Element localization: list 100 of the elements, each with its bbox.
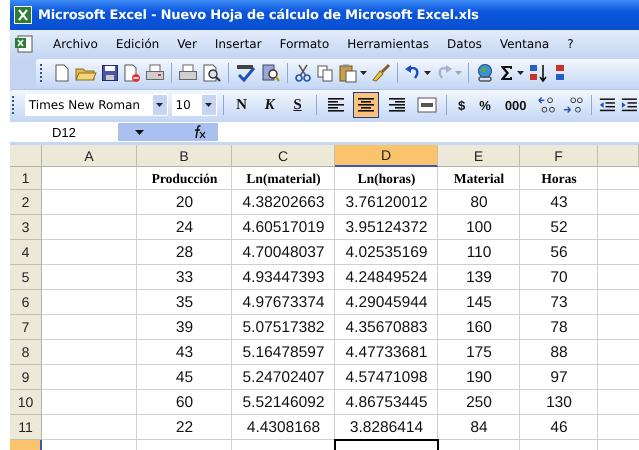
row-header[interactable]: 9 [10, 365, 42, 390]
decrease-decimal-icon[interactable] [562, 95, 585, 115]
paste-icon[interactable] [338, 63, 358, 83]
copy-icon[interactable] [316, 63, 334, 83]
font-size-dropdown[interactable]: 10 [172, 94, 217, 116]
table-cell: 5.16478597 [242, 344, 324, 362]
table-cell: 4.47733681 [346, 344, 428, 362]
number-format-button[interactable]: $ [453, 93, 470, 117]
menu-item[interactable]: Insertar [206, 37, 271, 51]
lines-icon [326, 97, 346, 113]
window-title: Microsoft Excel - Nuevo Hoja de cálculo de Microsoft Excel.xls [38, 8, 479, 22]
menu-item[interactable]: Archivo [44, 37, 107, 51]
font-style-button[interactable]: K [258, 93, 282, 117]
font-dropdown[interactable]: Times New Roman [24, 94, 168, 116]
table-cell: 43 [176, 344, 194, 362]
table-cell: 52 [550, 218, 568, 236]
globe-link-icon[interactable] [475, 63, 495, 83]
column-header[interactable]: A [42, 145, 137, 167]
caret-icon[interactable] [424, 71, 431, 75]
table-cell: 33 [176, 268, 194, 286]
menu-item[interactable]: Herramientas [338, 37, 438, 51]
column-header[interactable]: F [520, 145, 598, 167]
column-header[interactable]: C [232, 145, 335, 167]
row-header[interactable]: 1 [10, 167, 42, 190]
workbook-icon[interactable] [14, 35, 34, 53]
table-cell: 4.4308168 [246, 418, 320, 436]
table-cell: 130 [546, 394, 572, 412]
spreadsheet-icon [14, 6, 32, 24]
scissors-icon[interactable] [294, 63, 312, 83]
column-header[interactable]: D [335, 145, 438, 167]
merge-cells-icon [416, 97, 437, 113]
new-document-icon[interactable] [53, 63, 71, 83]
caret-icon [205, 103, 212, 107]
print-preview-icon[interactable] [202, 63, 222, 83]
table-cell: 84 [470, 418, 488, 436]
printer-icon[interactable] [178, 63, 198, 83]
row-header[interactable]: 4 [10, 240, 42, 265]
table-cell: 4.97673374 [242, 294, 324, 312]
table-cell: Ln(horas) [358, 170, 416, 186]
table-cell: 145 [466, 294, 492, 312]
paintbrush-icon[interactable] [371, 63, 391, 83]
table-cell: 4.35670883 [346, 318, 428, 336]
caret-icon[interactable] [360, 71, 367, 75]
menu-item[interactable]: Datos [438, 37, 491, 51]
table-cell: 28 [176, 244, 194, 262]
spelling-check-icon[interactable] [235, 63, 257, 83]
table-cell: 73 [550, 294, 568, 312]
row-header[interactable]: 7 [10, 315, 42, 340]
table-cell: 80 [470, 194, 488, 212]
font-style-button[interactable]: N [230, 93, 254, 117]
table-cell: 3.8286414 [350, 418, 424, 436]
row-header[interactable]: 10 [10, 390, 42, 415]
table-cell: 56 [550, 244, 568, 262]
menu-item[interactable]: Ventana [490, 37, 558, 51]
book-magnifier-icon[interactable] [261, 63, 281, 83]
table-cell: Horas [541, 170, 577, 186]
row-header[interactable]: 6 [10, 290, 42, 315]
table-cell: 3.95124372 [346, 218, 428, 236]
sort-descending-icon[interactable] [554, 63, 566, 83]
menu-item[interactable]: Ver [168, 37, 206, 51]
row-header[interactable]: 3 [10, 215, 42, 240]
document-icon[interactable] [123, 63, 141, 83]
table-cell: 4.29045944 [346, 294, 428, 312]
table-cell: 4.57471098 [346, 368, 428, 386]
menu-item[interactable]: Formato [270, 37, 338, 51]
menu-item[interactable]: ? [558, 37, 583, 51]
row-header[interactable]: 11 [10, 415, 42, 440]
dropdown-button[interactable] [152, 95, 167, 115]
table-cell: 4.24849524 [346, 268, 428, 286]
table-cell: 4.86753445 [346, 394, 428, 412]
table-cell: 110 [466, 244, 492, 262]
table-cell: 190 [466, 368, 492, 386]
caret-icon[interactable] [517, 71, 524, 75]
table-cell: 5.52146092 [242, 394, 324, 412]
row-header[interactable]: 2 [10, 190, 42, 215]
table-cell: 4.60517019 [242, 218, 324, 236]
align-center-button[interactable] [352, 92, 380, 118]
table-cell: 22 [176, 418, 194, 436]
dropdown-button[interactable] [202, 95, 216, 115]
number-format-button[interactable]: % [474, 93, 496, 117]
row-header[interactable]: 8 [10, 340, 42, 365]
table-cell: 78 [550, 318, 568, 336]
caret-icon [156, 103, 164, 107]
table-cell: 45 [176, 368, 194, 386]
menu-item[interactable]: Edición [106, 37, 168, 51]
function-icon[interactable] [150, 123, 218, 141]
printer-icon[interactable] [145, 63, 165, 83]
row-header[interactable]: 5 [10, 265, 42, 290]
column-header[interactable]: E [438, 145, 520, 167]
lines-icon [356, 97, 376, 113]
sum-icon[interactable] [499, 63, 515, 83]
table-cell: 3.76120012 [346, 194, 428, 212]
table-cell: 88 [550, 344, 568, 362]
column-header[interactable]: B [137, 145, 232, 167]
table-cell: 70 [550, 268, 568, 286]
font-style-button[interactable]: S [286, 93, 310, 117]
number-format-button[interactable]: 000 [500, 93, 532, 117]
table-cell: 250 [466, 394, 492, 412]
table-cell: 100 [466, 218, 492, 236]
table-cell: 46 [550, 418, 568, 436]
